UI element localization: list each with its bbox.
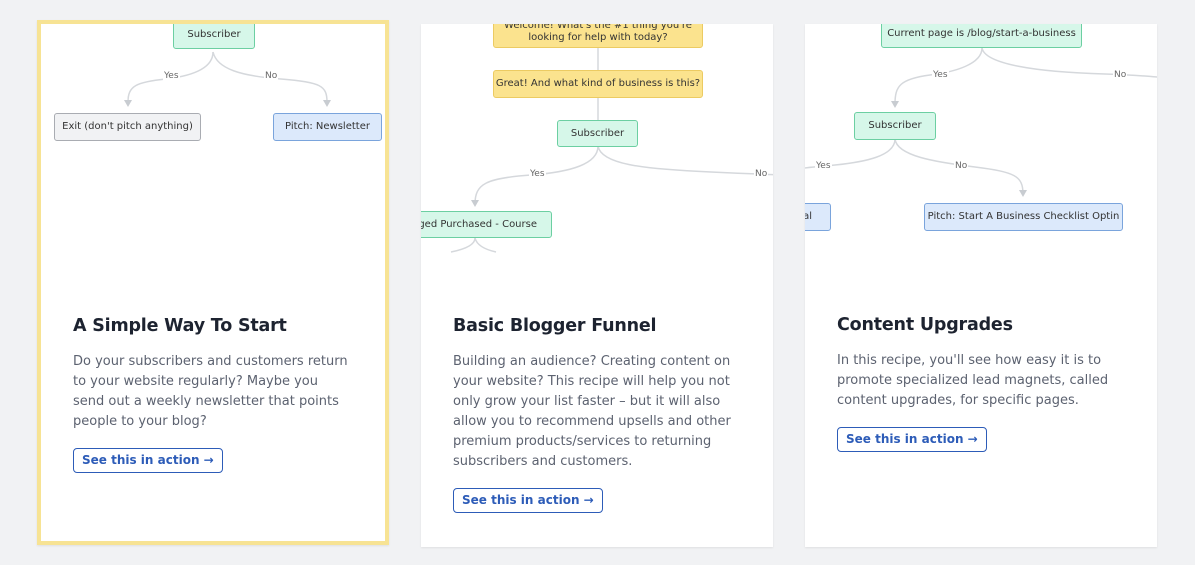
node-label: Subscriber bbox=[868, 120, 922, 131]
diagram-node: Subscriber bbox=[173, 24, 255, 49]
recipe-card-basic-blogger-funnel[interactable]: Welcome! What's the #1 thing you're look… bbox=[421, 24, 773, 547]
diagram-edges bbox=[805, 47, 1157, 197]
edge-label: No bbox=[264, 71, 279, 81]
node-label: Great! And what kind of business is this… bbox=[495, 78, 701, 89]
edge-label: No bbox=[954, 161, 969, 171]
see-in-action-button[interactable]: See this in action → bbox=[453, 488, 603, 513]
card-title: A Simple Way To Start bbox=[73, 316, 287, 336]
diagram-edges bbox=[124, 51, 331, 107]
node-label: agged Purchased - Course bbox=[421, 218, 537, 230]
diagram-node: Current page is /blog/start-a-business bbox=[881, 24, 1082, 48]
arrowhead-icon bbox=[1019, 190, 1027, 197]
edge-label: No bbox=[754, 169, 769, 179]
diagram-node: Great! And what kind of business is this… bbox=[493, 70, 703, 98]
node-label: Subscriber bbox=[570, 127, 625, 139]
card-description: Do your subscribers and customers return… bbox=[73, 354, 348, 429]
arrowhead-icon bbox=[124, 100, 132, 107]
node-label: al bbox=[805, 211, 812, 222]
edge-label: Yes bbox=[529, 169, 546, 179]
card-title: Content Upgrades bbox=[837, 315, 1013, 335]
recipe-diagram: Subscriber Exit (don't pitch anything) P… bbox=[41, 24, 385, 294]
diagram-node: Pitch: Newsletter bbox=[273, 113, 382, 141]
edge-no bbox=[597, 145, 773, 176]
diagram-node: Pitch: Start A Business Checklist Optin bbox=[924, 203, 1123, 231]
recipe-card-content-upgrades[interactable]: Current page is /blog/start-a-business S… bbox=[805, 24, 1157, 547]
diagram-node: agged Purchased - Course bbox=[421, 211, 552, 238]
edge-label: Yes bbox=[815, 161, 832, 171]
edge-no bbox=[981, 47, 1157, 78]
node-label: Subscriber bbox=[187, 28, 241, 40]
node-label: Exit (don't pitch anything) bbox=[62, 121, 193, 132]
card-content: Basic Blogger Funnel Building an audienc… bbox=[421, 316, 773, 513]
card-content: Content Upgrades In this recipe, you'll … bbox=[805, 315, 1157, 452]
card-content: A Simple Way To Start Do your subscriber… bbox=[41, 316, 385, 473]
diagram-node: al bbox=[805, 203, 831, 231]
arrowhead-icon bbox=[471, 200, 479, 207]
card-description: In this recipe, you'll see how easy it i… bbox=[837, 353, 1109, 408]
edge-continue bbox=[450, 237, 476, 253]
node-label: Welcome! What's the #1 thing you're look… bbox=[504, 24, 692, 43]
card-title: Basic Blogger Funnel bbox=[453, 316, 657, 336]
node-label: Pitch: Newsletter bbox=[285, 121, 370, 132]
see-in-action-button[interactable]: See this in action → bbox=[73, 448, 223, 473]
diagram-node: Exit (don't pitch anything) bbox=[54, 113, 201, 141]
recipes-gallery: Subscriber Exit (don't pitch anything) P… bbox=[0, 0, 1195, 565]
edge-label: No bbox=[1113, 70, 1128, 80]
edge-continue bbox=[474, 237, 497, 253]
node-label: Pitch: Start A Business Checklist Optin bbox=[927, 211, 1120, 222]
arrowhead-icon bbox=[323, 100, 331, 107]
card-description: Building an audience? Creating content o… bbox=[453, 354, 731, 469]
node-label: Current page is /blog/start-a-business bbox=[887, 28, 1076, 39]
diagram-node: Subscriber bbox=[854, 112, 936, 140]
recipe-diagram: Current page is /blog/start-a-business S… bbox=[805, 24, 1157, 294]
edge-label: Yes bbox=[163, 71, 180, 81]
see-in-action-button[interactable]: See this in action → bbox=[837, 427, 987, 452]
edge-label: Yes bbox=[932, 70, 949, 80]
recipe-diagram: Welcome! What's the #1 thing you're look… bbox=[421, 24, 773, 294]
diagram-node: Welcome! What's the #1 thing you're look… bbox=[493, 24, 703, 48]
recipe-card-simple-way-to-start[interactable]: Subscriber Exit (don't pitch anything) P… bbox=[37, 20, 389, 545]
diagram-edges bbox=[450, 48, 773, 253]
diagram-node: Subscriber bbox=[557, 120, 638, 147]
arrowhead-icon bbox=[891, 101, 899, 108]
